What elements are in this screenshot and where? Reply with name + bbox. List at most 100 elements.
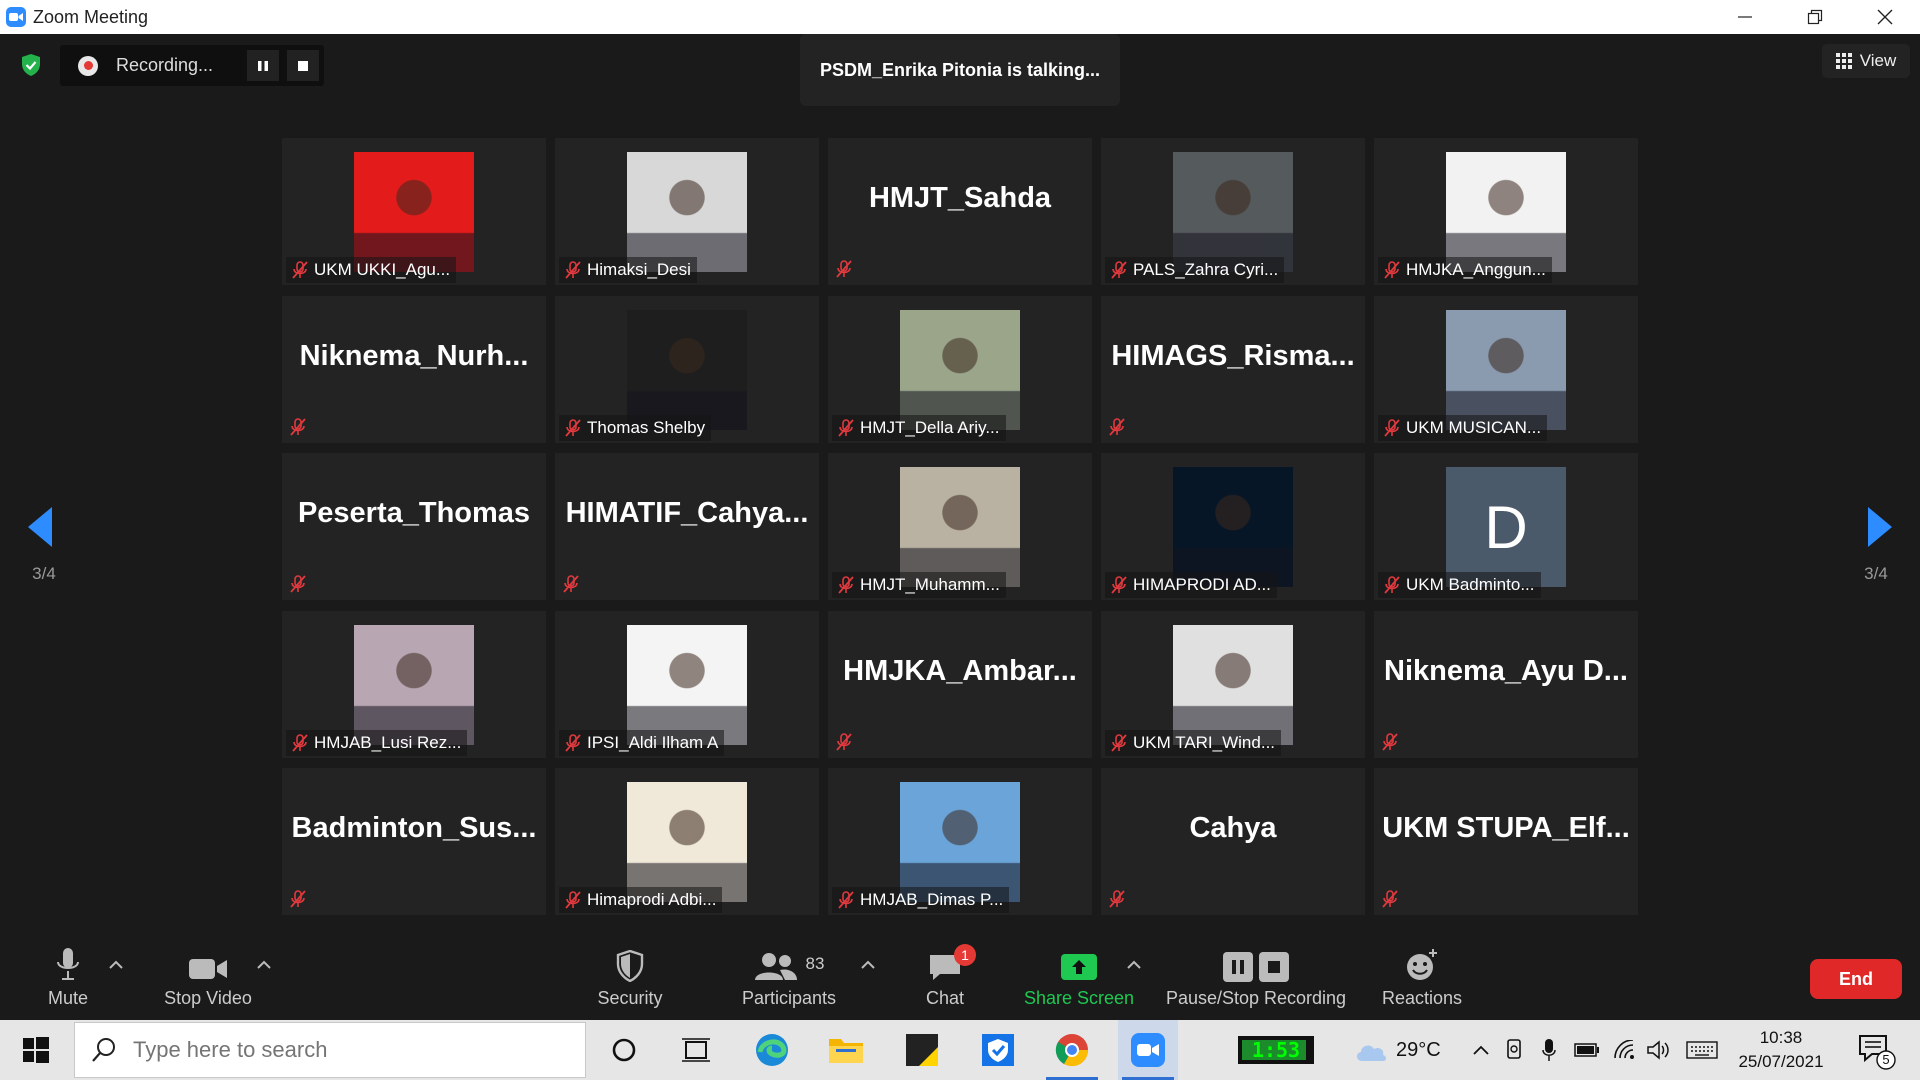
- volume-tray[interactable]: [1644, 1020, 1674, 1080]
- muted-microphone-icon: [1382, 418, 1402, 438]
- clock-date: 25/07/2021: [1738, 1052, 1824, 1071]
- muted-microphone-icon: [290, 733, 310, 753]
- participant-name-label: Thomas Shelby: [559, 415, 712, 441]
- task-view-button[interactable]: [666, 1020, 726, 1080]
- reactions-button[interactable]: Reactions: [1372, 938, 1472, 1018]
- close-button[interactable]: [1850, 0, 1920, 34]
- show-hidden-icons-button[interactable]: [1466, 1020, 1496, 1080]
- grid-view-icon: [1835, 53, 1852, 69]
- participant-tile[interactable]: Peserta_Thomas: [282, 453, 546, 600]
- participant-tile[interactable]: HMJAB_Lusi Rez...: [282, 611, 546, 758]
- battery-timer-widget: 1:53: [1238, 1036, 1314, 1064]
- previous-page-button[interactable]: [26, 505, 56, 549]
- page-indicator-right: 3/4: [1864, 564, 1888, 583]
- participant-tile[interactable]: HIMATIF_Cahya...: [555, 453, 819, 600]
- participant-name-label: PALS_Zahra Cyri...: [1105, 257, 1285, 283]
- stop-recording-button[interactable]: [287, 50, 319, 81]
- participant-tile[interactable]: UKM UKKI_Agu...: [282, 138, 546, 285]
- muted-microphone-icon: [1382, 260, 1402, 280]
- active-speaker-banner: PSDM_Enrika Pitonia is talking...: [800, 34, 1120, 106]
- stop-record-icon: [1259, 952, 1289, 982]
- participant-tile[interactable]: HMJAB_Dimas P...: [828, 768, 1092, 915]
- share-options-caret-icon[interactable]: [1126, 958, 1142, 970]
- video-options-caret-icon[interactable]: [256, 958, 272, 970]
- wifi-icon: [1614, 1040, 1634, 1059]
- participant-tile[interactable]: HMJKA_Ambar...: [828, 611, 1092, 758]
- meet-now-tray[interactable]: [1500, 1020, 1530, 1080]
- view-button[interactable]: View: [1822, 44, 1910, 78]
- participant-tile[interactable]: PALS_Zahra Cyri...: [1101, 138, 1365, 285]
- avatar-letter: D: [1484, 493, 1528, 561]
- participant-tile[interactable]: D UKM Badminto...: [1374, 453, 1638, 600]
- participant-tile[interactable]: Badminton_Sus...: [282, 768, 546, 915]
- notification-center-button[interactable]: 5: [1856, 1030, 1896, 1070]
- participants-options-caret-icon[interactable]: [860, 958, 876, 970]
- sticky-notes-button[interactable]: [892, 1020, 952, 1080]
- participant-tile[interactable]: Himaksi_Desi: [555, 138, 819, 285]
- zoom-logo-icon: [6, 7, 26, 27]
- participant-name-label: Himaprodi Adbi...: [559, 887, 723, 913]
- microphone-tray-icon: [1542, 1039, 1556, 1061]
- participant-tile[interactable]: Cahya: [1101, 768, 1365, 915]
- app-button[interactable]: [968, 1020, 1028, 1080]
- participant-tile[interactable]: Niknema_Ayu D...: [1374, 611, 1638, 758]
- battery-tray[interactable]: [1572, 1020, 1602, 1080]
- start-button[interactable]: [0, 1020, 72, 1080]
- participant-display-name: HMJKA_Ambar...: [843, 655, 1077, 687]
- participant-display-name: HIMATIF_Cahya...: [565, 497, 809, 529]
- chrome-browser-button[interactable]: [1042, 1020, 1102, 1080]
- participant-tile[interactable]: UKM STUPA_Elf...: [1374, 768, 1638, 915]
- participant-tile[interactable]: HMJKA_Anggun...: [1374, 138, 1638, 285]
- participant-name: HMJT_Muhamm...: [860, 575, 1000, 594]
- participant-tile[interactable]: Thomas Shelby: [555, 296, 819, 443]
- edge-browser-button[interactable]: [742, 1020, 802, 1080]
- pause-stop-recording-button[interactable]: Pause/Stop Recording: [1160, 938, 1352, 1018]
- participant-name: HMJT_Della Ariy...: [860, 418, 1000, 437]
- keyboard-tray[interactable]: [1684, 1020, 1720, 1080]
- muted-microphone-icon: [563, 890, 583, 910]
- participant-tile[interactable]: UKM TARI_Wind...: [1101, 611, 1365, 758]
- windows-taskbar: 1:53 29°C 10:38 25/07/2021 5: [0, 1020, 1920, 1080]
- participant-tile[interactable]: UKM MUSICAN...: [1374, 296, 1638, 443]
- stop-video-button[interactable]: Stop Video: [158, 938, 258, 1018]
- participant-tile[interactable]: HMJT_Sahda: [828, 138, 1092, 285]
- app-shield-icon: [982, 1034, 1014, 1066]
- participant-tile[interactable]: HIMAGS_Risma...: [1101, 296, 1365, 443]
- zoom-app-button[interactable]: [1118, 1020, 1178, 1080]
- participant-name-label: IPSI_Aldi Ilham A: [559, 730, 725, 756]
- search-input[interactable]: [133, 1037, 553, 1063]
- minimize-button[interactable]: [1710, 0, 1780, 34]
- battery-icon: [1574, 1043, 1599, 1057]
- participant-name-label: UKM TARI_Wind...: [1105, 730, 1282, 756]
- participant-tile[interactable]: HMJT_Della Ariy...: [828, 296, 1092, 443]
- participant-tile[interactable]: IPSI_Aldi Ilham A: [555, 611, 819, 758]
- participant-name: UKM MUSICAN...: [1406, 418, 1542, 437]
- microphone-tray[interactable]: [1534, 1020, 1564, 1080]
- system-clock[interactable]: 10:38 25/07/2021: [1724, 1026, 1838, 1074]
- participant-name-label: UKM MUSICAN...: [1378, 415, 1548, 441]
- cortana-button[interactable]: [594, 1020, 654, 1080]
- participants-button[interactable]: 83 Participants: [730, 938, 848, 1018]
- speaker-icon: [1647, 1040, 1669, 1060]
- share-screen-button[interactable]: Share Screen: [1020, 938, 1138, 1018]
- pause-recording-button[interactable]: [247, 50, 279, 81]
- participant-tile[interactable]: Himaprodi Adbi...: [555, 768, 819, 915]
- participant-name: HMJKA_Anggun...: [1406, 260, 1546, 279]
- participant-tile[interactable]: HMJT_Muhamm...: [828, 453, 1092, 600]
- participant-tile[interactable]: HIMAPRODI AD...: [1101, 453, 1365, 600]
- mute-button[interactable]: Mute: [30, 938, 106, 1018]
- end-meeting-button[interactable]: End: [1810, 959, 1902, 999]
- taskbar-search-box[interactable]: [74, 1022, 586, 1078]
- next-page-button[interactable]: [1864, 505, 1894, 549]
- weather-widget[interactable]: 29°C: [1354, 1020, 1441, 1080]
- security-button[interactable]: Security: [590, 938, 670, 1018]
- file-explorer-button[interactable]: [816, 1020, 876, 1080]
- restore-button[interactable]: [1780, 0, 1850, 34]
- encryption-shield-icon[interactable]: [14, 50, 48, 80]
- chat-button[interactable]: 1 Chat: [910, 938, 980, 1018]
- participant-tile[interactable]: Niknema_Nurh...: [282, 296, 546, 443]
- wifi-tray[interactable]: [1610, 1020, 1640, 1080]
- audio-options-caret-icon[interactable]: [108, 958, 124, 970]
- share-screen-label: Share Screen: [1023, 988, 1135, 1008]
- participant-name-label: HMJT_Muhamm...: [832, 572, 1006, 598]
